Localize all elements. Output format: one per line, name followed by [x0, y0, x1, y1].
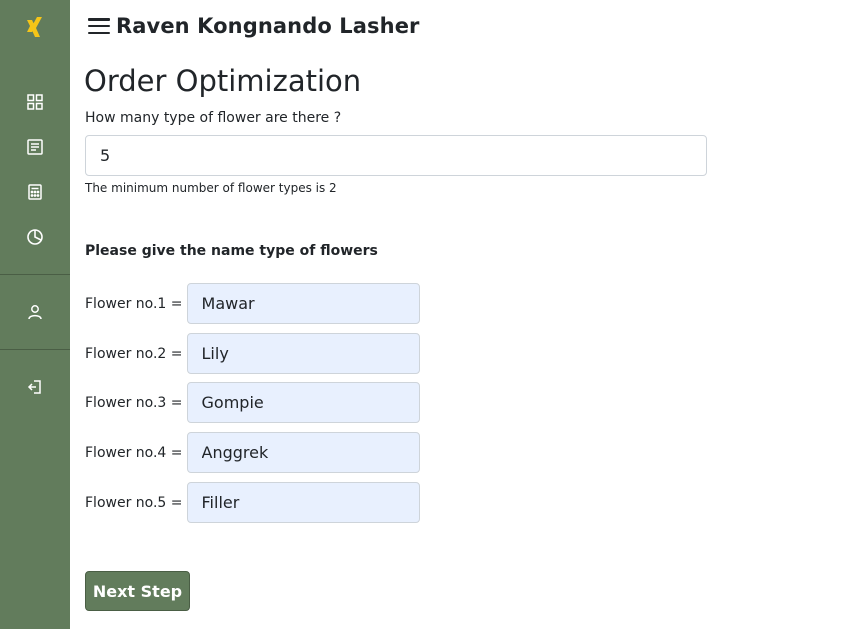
user-name: Raven Kongnando Lasher	[116, 14, 420, 38]
sidebar-divider	[0, 349, 70, 350]
hamburger-menu-icon[interactable]	[88, 16, 110, 36]
flower-name-input-1[interactable]	[186, 283, 420, 324]
flower-label: Flower no.4 =	[85, 444, 183, 461]
flower-count-input[interactable]	[85, 135, 707, 176]
flower-label: Flower no.1 =	[85, 295, 183, 312]
flower-names-heading: Please give the name type of flowers	[85, 243, 378, 259]
dashboard-icon[interactable]	[23, 90, 47, 114]
logo-icon[interactable]	[22, 14, 48, 40]
flower-row-3: Flower no.3 =	[85, 382, 420, 423]
page-title: Order Optimization	[84, 64, 362, 98]
flower-row-2: Flower no.2 =	[85, 333, 420, 374]
sidebar-divider	[0, 274, 70, 275]
calculator-icon[interactable]	[23, 180, 47, 204]
list-icon[interactable]	[23, 135, 47, 159]
flower-row-1: Flower no.1 =	[85, 283, 420, 324]
flower-name-input-3[interactable]	[186, 382, 420, 423]
sidebar	[0, 0, 70, 629]
flower-row-4: Flower no.4 =	[85, 432, 420, 473]
flower-row-5: Flower no.5 =	[85, 482, 420, 523]
top-header: Raven Kongnando Lasher	[88, 12, 420, 40]
pie-chart-icon[interactable]	[23, 225, 47, 249]
flower-count-question: How many type of flower are there ?	[85, 110, 342, 126]
flower-count-hint: The minimum number of flower types is 2	[85, 181, 337, 195]
flower-name-input-5[interactable]	[186, 482, 420, 523]
flower-name-input-2[interactable]	[186, 333, 420, 374]
flower-label: Flower no.3 =	[85, 394, 183, 411]
next-step-button[interactable]: Next Step	[85, 571, 190, 611]
logout-icon[interactable]	[23, 375, 47, 399]
flower-label: Flower no.2 =	[85, 345, 183, 362]
flower-label: Flower no.5 =	[85, 494, 183, 511]
flower-name-input-4[interactable]	[186, 432, 420, 473]
user-icon[interactable]	[23, 300, 47, 324]
